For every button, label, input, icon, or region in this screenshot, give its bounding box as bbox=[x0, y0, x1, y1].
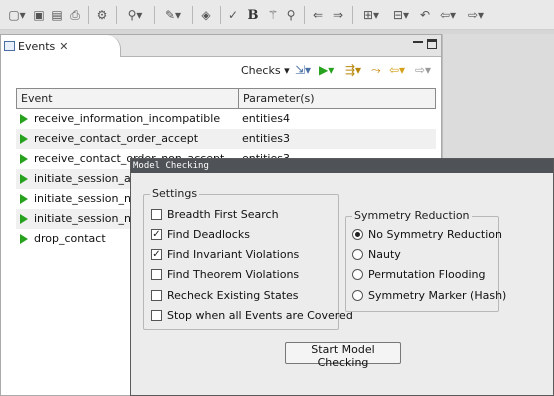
checkbox-label: Find Deadlocks bbox=[167, 227, 250, 241]
toolbar-separator bbox=[220, 6, 221, 24]
find-theorem-violations-checkbox[interactable]: Find Theorem Violations bbox=[151, 266, 299, 282]
radio-label: No Symmetry Reduction bbox=[368, 227, 502, 241]
view-back-icon[interactable]: ⇦▾ bbox=[389, 63, 405, 77]
maximize-icon[interactable] bbox=[427, 39, 437, 49]
multistep-icon[interactable]: ⇶▾ bbox=[345, 63, 361, 77]
annotation-icon[interactable]: ⊞▾ bbox=[358, 6, 384, 24]
radio-button bbox=[352, 228, 363, 240]
dialog-title[interactable]: Model Checking bbox=[131, 159, 553, 173]
view-tab-bar: Events ✕ bbox=[1, 35, 441, 57]
radio-button bbox=[352, 268, 363, 280]
table-row[interactable]: receive_information_incompatible entitie… bbox=[16, 109, 436, 129]
checkbox-label: Find Theorem Violations bbox=[167, 267, 300, 281]
filter-icon[interactable]: ⇲▾ bbox=[295, 63, 311, 77]
edit-icon[interactable]: ✎▾ bbox=[160, 6, 186, 24]
settings-icon[interactable]: ⚙ bbox=[94, 6, 110, 24]
save-icon[interactable]: ▣ bbox=[32, 6, 46, 24]
nauty-radio[interactable]: Nauty bbox=[352, 246, 401, 262]
settings-group-label: Settings bbox=[150, 187, 200, 200]
toolbar-separator bbox=[154, 6, 155, 24]
event-parameters: entities4 bbox=[242, 112, 290, 125]
radio-button bbox=[352, 248, 363, 260]
minimize-icon[interactable] bbox=[413, 41, 423, 51]
checkbox-label: Recheck Existing States bbox=[167, 288, 299, 302]
find-deadlocks-checkbox[interactable]: ✓ Find Deadlocks bbox=[151, 226, 250, 242]
checkbox-label: Find Invariant Violations bbox=[167, 247, 300, 261]
check-icon[interactable]: ✓ bbox=[226, 6, 240, 24]
checkbox-box bbox=[151, 268, 162, 280]
symmetry-marker-hash-radio[interactable]: Symmetry Marker (Hash) bbox=[352, 287, 506, 303]
view-forward-icon[interactable]: ⇨▾ bbox=[415, 63, 431, 77]
toolbar-separator bbox=[352, 6, 353, 24]
annotation2-icon[interactable]: ⊟▾ bbox=[388, 6, 414, 24]
table-row[interactable]: receive_contact_order_accept entities3 bbox=[16, 129, 436, 149]
events-view-icon bbox=[4, 41, 15, 51]
print-icon[interactable]: ⎙ bbox=[68, 6, 82, 24]
column-header-parameters[interactable]: Parameter(s) bbox=[239, 89, 435, 108]
model-checking-dialog: Model Checking Settings Breadth First Se… bbox=[130, 158, 554, 396]
radio-button bbox=[352, 289, 363, 301]
save-all-icon[interactable]: ▤ bbox=[50, 6, 64, 24]
open-icon[interactable]: ◈ bbox=[198, 6, 214, 24]
back-arrows-icon[interactable]: ⇐ bbox=[310, 6, 326, 24]
view-toolbar: Checks ▾ ⇲▾ ▶▾ ⇶▾ ⤳ ⇦▾ ⇨▾ bbox=[1, 58, 441, 82]
step-icon[interactable]: ▶▾ bbox=[319, 63, 334, 77]
find-invariant-violations-checkbox[interactable]: ✓ Find Invariant Violations bbox=[151, 246, 299, 262]
checkbox-box bbox=[151, 309, 162, 321]
breadth-first-search-checkbox[interactable]: Breadth First Search bbox=[151, 206, 279, 222]
toolbar-separator bbox=[192, 6, 193, 24]
radio-label: Symmetry Marker (Hash) bbox=[368, 288, 507, 302]
checks-menu[interactable]: Checks ▾ bbox=[241, 64, 290, 77]
start-model-checking-button[interactable]: Start Model Checking bbox=[285, 342, 401, 369]
checkbox-box bbox=[151, 289, 162, 301]
event-parameters: entities3 bbox=[242, 132, 290, 145]
permutation-flooding-radio[interactable]: Permutation Flooding bbox=[352, 266, 485, 282]
stop-when-events-covered-checkbox[interactable]: Stop when all Events are Covered bbox=[151, 307, 353, 323]
checkbox-box bbox=[151, 208, 162, 220]
view-controls bbox=[413, 39, 437, 51]
walk-figure-icon[interactable]: ⚲ bbox=[284, 6, 298, 24]
no-symmetry-reduction-radio[interactable]: No Symmetry Reduction bbox=[352, 226, 502, 242]
toolbar-separator bbox=[304, 6, 305, 24]
recheck-existing-states-checkbox[interactable]: Recheck Existing States bbox=[151, 287, 299, 303]
main-toolbar: ▢▾ ▣ ▤ ⎙ ⚙ ⚲▾ ✎▾ ◈ ✓ B ⚚ ⚲ ⇐ ⇒ ⊞▾ ⊟▾ ↶ ⇦… bbox=[0, 0, 554, 30]
toolbar-separator bbox=[116, 6, 117, 24]
search-icon[interactable]: ⚲▾ bbox=[122, 6, 148, 24]
jump-icon[interactable]: ⤳ bbox=[371, 63, 381, 77]
toolbar-separator bbox=[88, 6, 89, 24]
table-header: Event Parameter(s) bbox=[16, 88, 436, 109]
nav-back-icon[interactable]: ⇦▾ bbox=[436, 6, 460, 24]
tab-events-label: Events bbox=[18, 39, 56, 53]
checkbox-label: Breadth First Search bbox=[167, 207, 279, 221]
nav-forward-icon[interactable]: ⇨▾ bbox=[464, 6, 488, 24]
symmetry-group-label: Symmetry Reduction bbox=[352, 209, 472, 222]
tab-events[interactable]: Events ✕ bbox=[1, 35, 121, 57]
radio-label: Nauty bbox=[368, 247, 401, 261]
checkbox-label: Stop when all Events are Covered bbox=[167, 308, 353, 322]
new-icon[interactable]: ▢▾ bbox=[6, 6, 28, 24]
column-header-event[interactable]: Event bbox=[17, 89, 239, 108]
checkbox-box: ✓ bbox=[151, 228, 162, 240]
event-name: receive_information_incompatible bbox=[34, 112, 221, 125]
forward-arrows-icon[interactable]: ⇒ bbox=[330, 6, 346, 24]
history-back-icon[interactable]: ↶ bbox=[418, 6, 432, 24]
checkbox-box: ✓ bbox=[151, 248, 162, 260]
radio-label: Permutation Flooding bbox=[368, 267, 486, 281]
bold-b-icon[interactable]: B bbox=[246, 6, 260, 24]
run-figure-icon[interactable]: ⚚ bbox=[266, 6, 280, 24]
event-name: receive_contact_order_accept bbox=[34, 132, 199, 145]
close-icon[interactable]: ✕ bbox=[59, 40, 68, 53]
